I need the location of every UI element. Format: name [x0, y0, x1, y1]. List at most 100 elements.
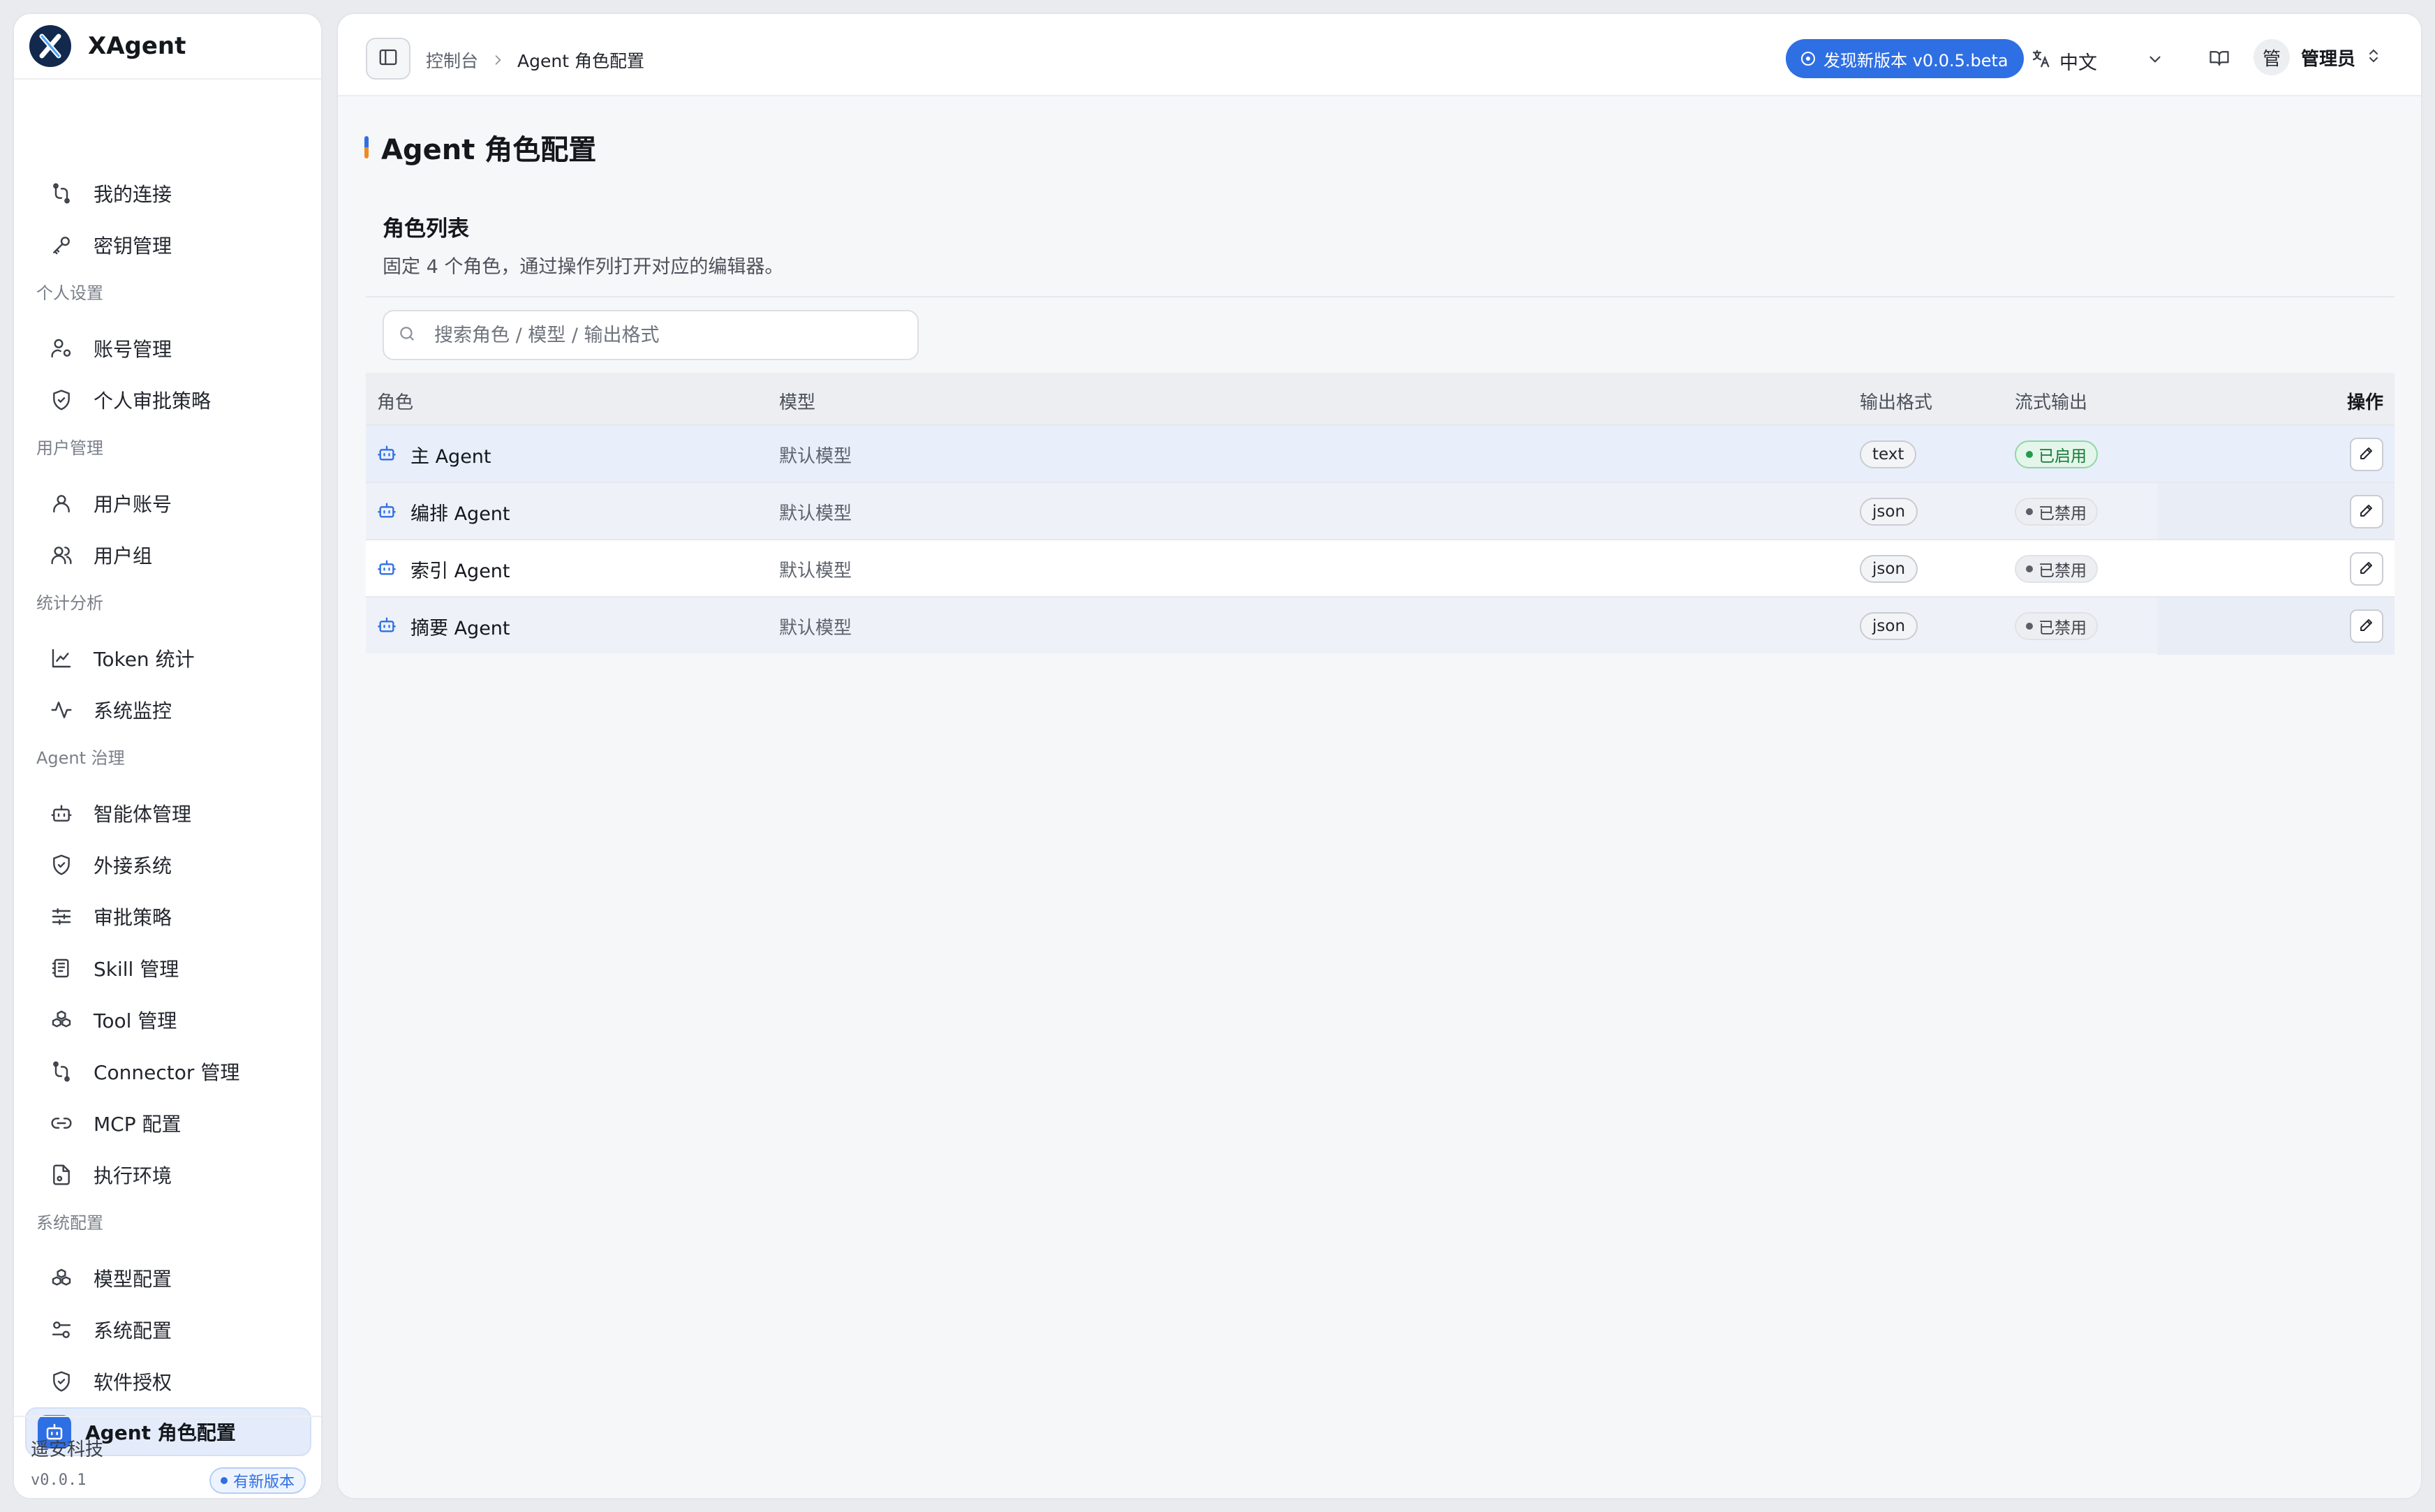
- actions-cell: [2350, 598, 2383, 655]
- role-name: 编排 Agent: [410, 503, 510, 525]
- new-version-badge[interactable]: 有新版本: [209, 1467, 306, 1494]
- column-header-stream[interactable]: 流式输出: [2015, 388, 2087, 414]
- role-cell: 索引 Agent: [377, 540, 510, 598]
- sidebar-item-token-stats[interactable]: Token 统计: [25, 634, 311, 683]
- pencil-icon: [2358, 616, 2375, 636]
- file-code-icon: [49, 1162, 74, 1187]
- sidebar-item-label: 我的连接: [94, 183, 172, 206]
- chevron-right-icon: [491, 53, 505, 67]
- edit-button[interactable]: [2350, 495, 2383, 528]
- language-selector[interactable]: 中文: [2030, 47, 2097, 75]
- stream-cell: 已禁用: [2015, 483, 2098, 540]
- status-dot: [2026, 508, 2033, 515]
- connection-icon: [49, 1059, 74, 1084]
- line-chart-icon: [49, 646, 74, 671]
- sidebar-item-personal-approval[interactable]: 个人审批策略: [25, 376, 311, 424]
- sidebar-item-approval-policy[interactable]: 审批策略: [25, 892, 311, 941]
- status-label: 已禁用: [2038, 619, 2087, 637]
- sidebar-item-system-monitor[interactable]: 系统监控: [25, 685, 311, 734]
- actions-cell: [2350, 540, 2383, 598]
- format-cell: json: [1860, 540, 1918, 598]
- breadcrumb-root[interactable]: 控制台: [426, 47, 478, 73]
- status-label: 已禁用: [2038, 562, 2087, 580]
- sidebar-item-label: 执行环境: [94, 1164, 172, 1187]
- table-row[interactable]: 主 Agent 默认模型 text 已启用: [366, 424, 2395, 482]
- main-content: 控制台 Agent 角色配置 发现新版本 v0.0.5.beta 中文 管 管理…: [336, 13, 2422, 1499]
- role-name: 主 Agent: [410, 445, 491, 468]
- sidebar-item-account[interactable]: 账号管理: [25, 324, 311, 373]
- chevron-down-icon[interactable]: [2146, 50, 2164, 71]
- connection-icon: [49, 181, 74, 206]
- company-name: 遥安科技: [31, 1439, 104, 1460]
- sidebar-item-external-systems[interactable]: 外接系统: [25, 840, 311, 889]
- table-row[interactable]: 摘要 Agent 默认模型 json 已禁用: [366, 596, 2395, 655]
- xagent-logo-icon: [29, 25, 71, 67]
- sidebar-item-exec-env[interactable]: 执行环境: [25, 1150, 311, 1199]
- panel-left-icon: [378, 47, 399, 71]
- boxes-icon: [49, 1007, 74, 1032]
- sidebar-item-agent-management[interactable]: 智能体管理: [25, 789, 311, 838]
- sidebar-item-license[interactable]: 软件授权: [25, 1357, 311, 1406]
- page-title: Agent 角色配置: [364, 127, 596, 168]
- new-version-icon: [1801, 52, 1815, 66]
- model-cell: 默认模型: [779, 540, 852, 598]
- role-name: 索引 Agent: [410, 560, 510, 582]
- format-badge: text: [1860, 440, 1917, 468]
- translate-icon: [2030, 48, 2051, 74]
- edit-button[interactable]: [2350, 552, 2383, 586]
- language-label: 中文: [2059, 52, 2097, 74]
- sidebar-item-tool[interactable]: Tool 管理: [25, 995, 311, 1044]
- brand[interactable]: XAgent: [14, 14, 321, 80]
- link-icon: [49, 1111, 74, 1136]
- search-input[interactable]: [434, 324, 909, 346]
- actions-cell: [2350, 426, 2383, 483]
- table-header: 角色 模型 输出格式 流式输出 操作: [366, 373, 2395, 424]
- sidebar-item-label: Token 统计: [94, 648, 195, 671]
- column-header-model[interactable]: 模型: [779, 388, 815, 414]
- bot-icon: [377, 558, 397, 580]
- book-open-icon[interactable]: [2209, 47, 2230, 71]
- format-badge: json: [1860, 555, 1918, 583]
- sidebar-item-label: 用户账号: [94, 493, 172, 516]
- topbar: 控制台 Agent 角色配置 发现新版本 v0.0.5.beta 中文 管 管理…: [338, 14, 2421, 96]
- status-dot: [220, 1477, 228, 1484]
- edit-button[interactable]: [2350, 609, 2383, 643]
- sidebar-item-label: Skill 管理: [94, 958, 179, 981]
- boxes-icon: [49, 1266, 74, 1291]
- sidebar-item-user-groups[interactable]: 用户组: [25, 531, 311, 579]
- role-cell: 摘要 Agent: [377, 598, 510, 655]
- bot-icon: [377, 443, 397, 466]
- sidebar-item-model-config[interactable]: 模型配置: [25, 1254, 311, 1303]
- sidebar-item-connector[interactable]: Connector 管理: [25, 1047, 311, 1096]
- bot-icon: [49, 801, 74, 826]
- sidebar-item-label: 审批策略: [94, 906, 172, 929]
- search-icon: [398, 325, 416, 346]
- search-box[interactable]: [383, 310, 919, 360]
- column-header-format[interactable]: 输出格式: [1860, 388, 1932, 414]
- column-header-role[interactable]: 角色: [377, 388, 413, 414]
- sidebar-item-label: 外接系统: [94, 854, 172, 877]
- edit-button[interactable]: [2350, 438, 2383, 471]
- new-version-button[interactable]: 发现新版本 v0.0.5.beta: [1786, 39, 2024, 78]
- sidebar-item-key-management[interactable]: 密钥管理: [25, 221, 311, 269]
- roles-table: 角色 模型 输出格式 流式输出 操作 主 Agent 默认模型 text 已启用: [366, 373, 2395, 655]
- status-badge: 已禁用: [2015, 498, 2098, 526]
- sidebar-item-mcp[interactable]: MCP 配置: [25, 1099, 311, 1148]
- sidebar-item-my-connections[interactable]: 我的连接: [25, 169, 311, 218]
- status-badge: 已禁用: [2015, 612, 2098, 640]
- table-row[interactable]: 索引 Agent 默认模型 json 已禁用: [366, 539, 2395, 596]
- user-menu[interactable]: 管 管理员: [2253, 39, 2382, 75]
- pencil-icon: [2358, 445, 2375, 464]
- sidebar-item-system-settings[interactable]: 系统配置: [25, 1305, 311, 1354]
- sidebar-item-skill[interactable]: Skill 管理: [25, 944, 311, 993]
- sidebar-item-label: 模型配置: [94, 1268, 172, 1291]
- sidebar-toggle-button[interactable]: [366, 38, 410, 80]
- shield-check-icon: [49, 1369, 74, 1394]
- model-name: 默认模型: [779, 503, 852, 524]
- activity-icon: [49, 697, 74, 722]
- settings-icon: [49, 1317, 74, 1342]
- sidebar: XAgent 我的连接 密钥管理 个人设置 账号管理 个人审批策略 用户管理 用…: [13, 13, 323, 1499]
- format-cell: text: [1860, 426, 1917, 483]
- sidebar-item-user-accounts[interactable]: 用户账号: [25, 479, 311, 528]
- table-row[interactable]: 编排 Agent 默认模型 json 已禁用: [366, 482, 2395, 540]
